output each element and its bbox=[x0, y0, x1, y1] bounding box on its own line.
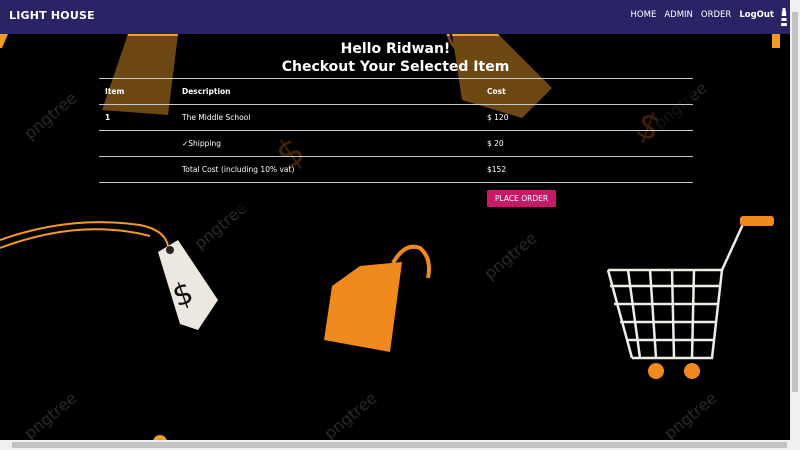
shopping-bag-icon bbox=[324, 262, 402, 352]
column-header-item: Item bbox=[99, 78, 176, 105]
shipping-cost: $ 20 bbox=[481, 130, 693, 157]
page-title: Hello Ridwan! Checkout Your Selected Ite… bbox=[98, 40, 693, 76]
svg-text:pngtree: pngtree bbox=[660, 388, 720, 440]
item-number bbox=[99, 156, 176, 183]
nav-logout-link[interactable]: LogOut bbox=[739, 10, 774, 20]
item-number: 1 bbox=[99, 104, 176, 131]
shipping-description: ✓Shipping bbox=[176, 130, 481, 157]
column-header-description: Description bbox=[176, 78, 481, 105]
item-number bbox=[99, 130, 176, 157]
total-description: Total Cost (including 10% vat) bbox=[176, 156, 481, 183]
top-navbar: LIGHT HOUSE HOME ADMIN ORDER LogOut bbox=[0, 0, 800, 34]
horizontal-scrollbar[interactable] bbox=[0, 440, 800, 450]
nav-home-link[interactable]: HOME bbox=[631, 10, 657, 20]
place-order-button[interactable]: PLACE ORDER bbox=[487, 189, 557, 207]
table-row: ✓Shipping $ 20 bbox=[99, 130, 693, 157]
item-description: The Middle School bbox=[176, 104, 481, 131]
shopping-cart-icon bbox=[606, 221, 746, 360]
table-header: Item Description Cost bbox=[99, 78, 693, 105]
scrollbar-thumb[interactable] bbox=[792, 12, 798, 392]
checkout-table: Item Description Cost 1 The Middle Schoo… bbox=[99, 78, 693, 213]
vertical-scrollbar[interactable] bbox=[790, 0, 800, 450]
nav-links: HOME ADMIN ORDER LogOut bbox=[631, 10, 774, 20]
scrollbar-thumb[interactable] bbox=[12, 442, 787, 448]
table-row: Total Cost (including 10% vat) $152 bbox=[99, 156, 693, 183]
greeting-text: Hello Ridwan! bbox=[340, 41, 451, 57]
column-header-cost: Cost bbox=[481, 78, 693, 105]
svg-text:pngtree: pngtree bbox=[20, 388, 80, 440]
svg-text:pngtree: pngtree bbox=[320, 388, 380, 440]
lighthouse-icon bbox=[781, 8, 787, 26]
nav-order-link[interactable]: ORDER bbox=[701, 10, 731, 20]
total-cost: $152 bbox=[481, 156, 693, 183]
svg-text:pngtree: pngtree bbox=[480, 228, 540, 283]
nav-admin-link[interactable]: ADMIN bbox=[664, 10, 693, 20]
action-row: PLACE ORDER bbox=[99, 183, 693, 214]
checkout-heading: Checkout Your Selected Item bbox=[281, 59, 510, 75]
brand-logo[interactable]: LIGHT HOUSE bbox=[9, 9, 95, 22]
item-cost: $ 120 bbox=[481, 104, 693, 131]
svg-text:pngtree: pngtree bbox=[20, 88, 80, 143]
table-row: 1 The Middle School $ 120 bbox=[99, 104, 693, 131]
